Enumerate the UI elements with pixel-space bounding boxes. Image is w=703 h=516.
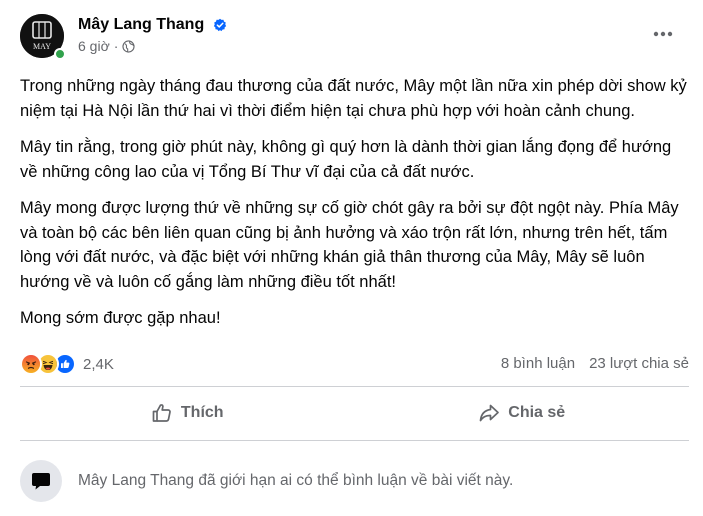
comment-restriction-notice: Mây Lang Thang đã giới hạn ai có thể bìn… [20, 458, 689, 504]
more-options-button[interactable] [651, 22, 675, 46]
post-paragraph: Mong sớm được gặp nhau! [20, 309, 221, 327]
author-name[interactable]: Mây Lang Thang [78, 16, 204, 34]
online-status-dot [54, 48, 66, 60]
share-arrow-icon [479, 404, 500, 422]
post-stats: 2,4K 8 bình luận 23 lượt chia sẻ [20, 350, 689, 378]
like-button-label: Thích [180, 404, 224, 421]
thumbs-up-icon [152, 404, 171, 422]
comments-count[interactable]: 8 bình luận [501, 355, 575, 372]
verified-badge-icon [213, 18, 226, 32]
reactions-count: 2,4K [83, 355, 114, 373]
angry-icon [20, 353, 42, 375]
meta-separator: · [113, 38, 119, 55]
divider-top [20, 386, 689, 387]
divider-bottom [20, 440, 689, 441]
facebook-post: MAY Mây Lang Thang 6 giờ · Trong những n… [0, 0, 703, 516]
globe-icon[interactable] [122, 40, 136, 53]
shares-count[interactable]: 23 lượt chia sẻ [589, 355, 689, 372]
comment-bubble-icon [20, 460, 62, 502]
engagement-counts: 8 bình luận 23 lượt chia sẻ [501, 355, 689, 372]
like-button[interactable]: Thích [20, 390, 355, 436]
post-meta: 6 giờ · [78, 38, 227, 54]
more-dots-icon [653, 31, 673, 37]
post-paragraph: Mây tin rằng, trong giờ phút này, không … [20, 138, 672, 181]
share-button[interactable]: Chia sẻ [355, 390, 690, 436]
reactions-summary[interactable]: 2,4K [20, 353, 114, 375]
post-paragraph: Trong những ngày tháng đau thương của đấ… [20, 77, 687, 120]
restriction-text: Mây Lang Thang đã giới hạn ai có thể bìn… [78, 472, 514, 489]
avatar-text: MAY [33, 42, 51, 51]
post-header: MAY Mây Lang Thang 6 giờ · [20, 14, 689, 66]
share-button-label: Chia sẻ [508, 404, 566, 421]
post-content: Trong những ngày tháng đau thương của đấ… [20, 74, 688, 343]
author-block: Mây Lang Thang 6 giờ · [78, 16, 227, 54]
post-paragraph: Mây mong được lượng thứ về những sự cố g… [20, 199, 679, 291]
post-time[interactable]: 6 giờ [78, 38, 110, 54]
post-action-bar: Thích Chia sẻ [20, 390, 689, 436]
